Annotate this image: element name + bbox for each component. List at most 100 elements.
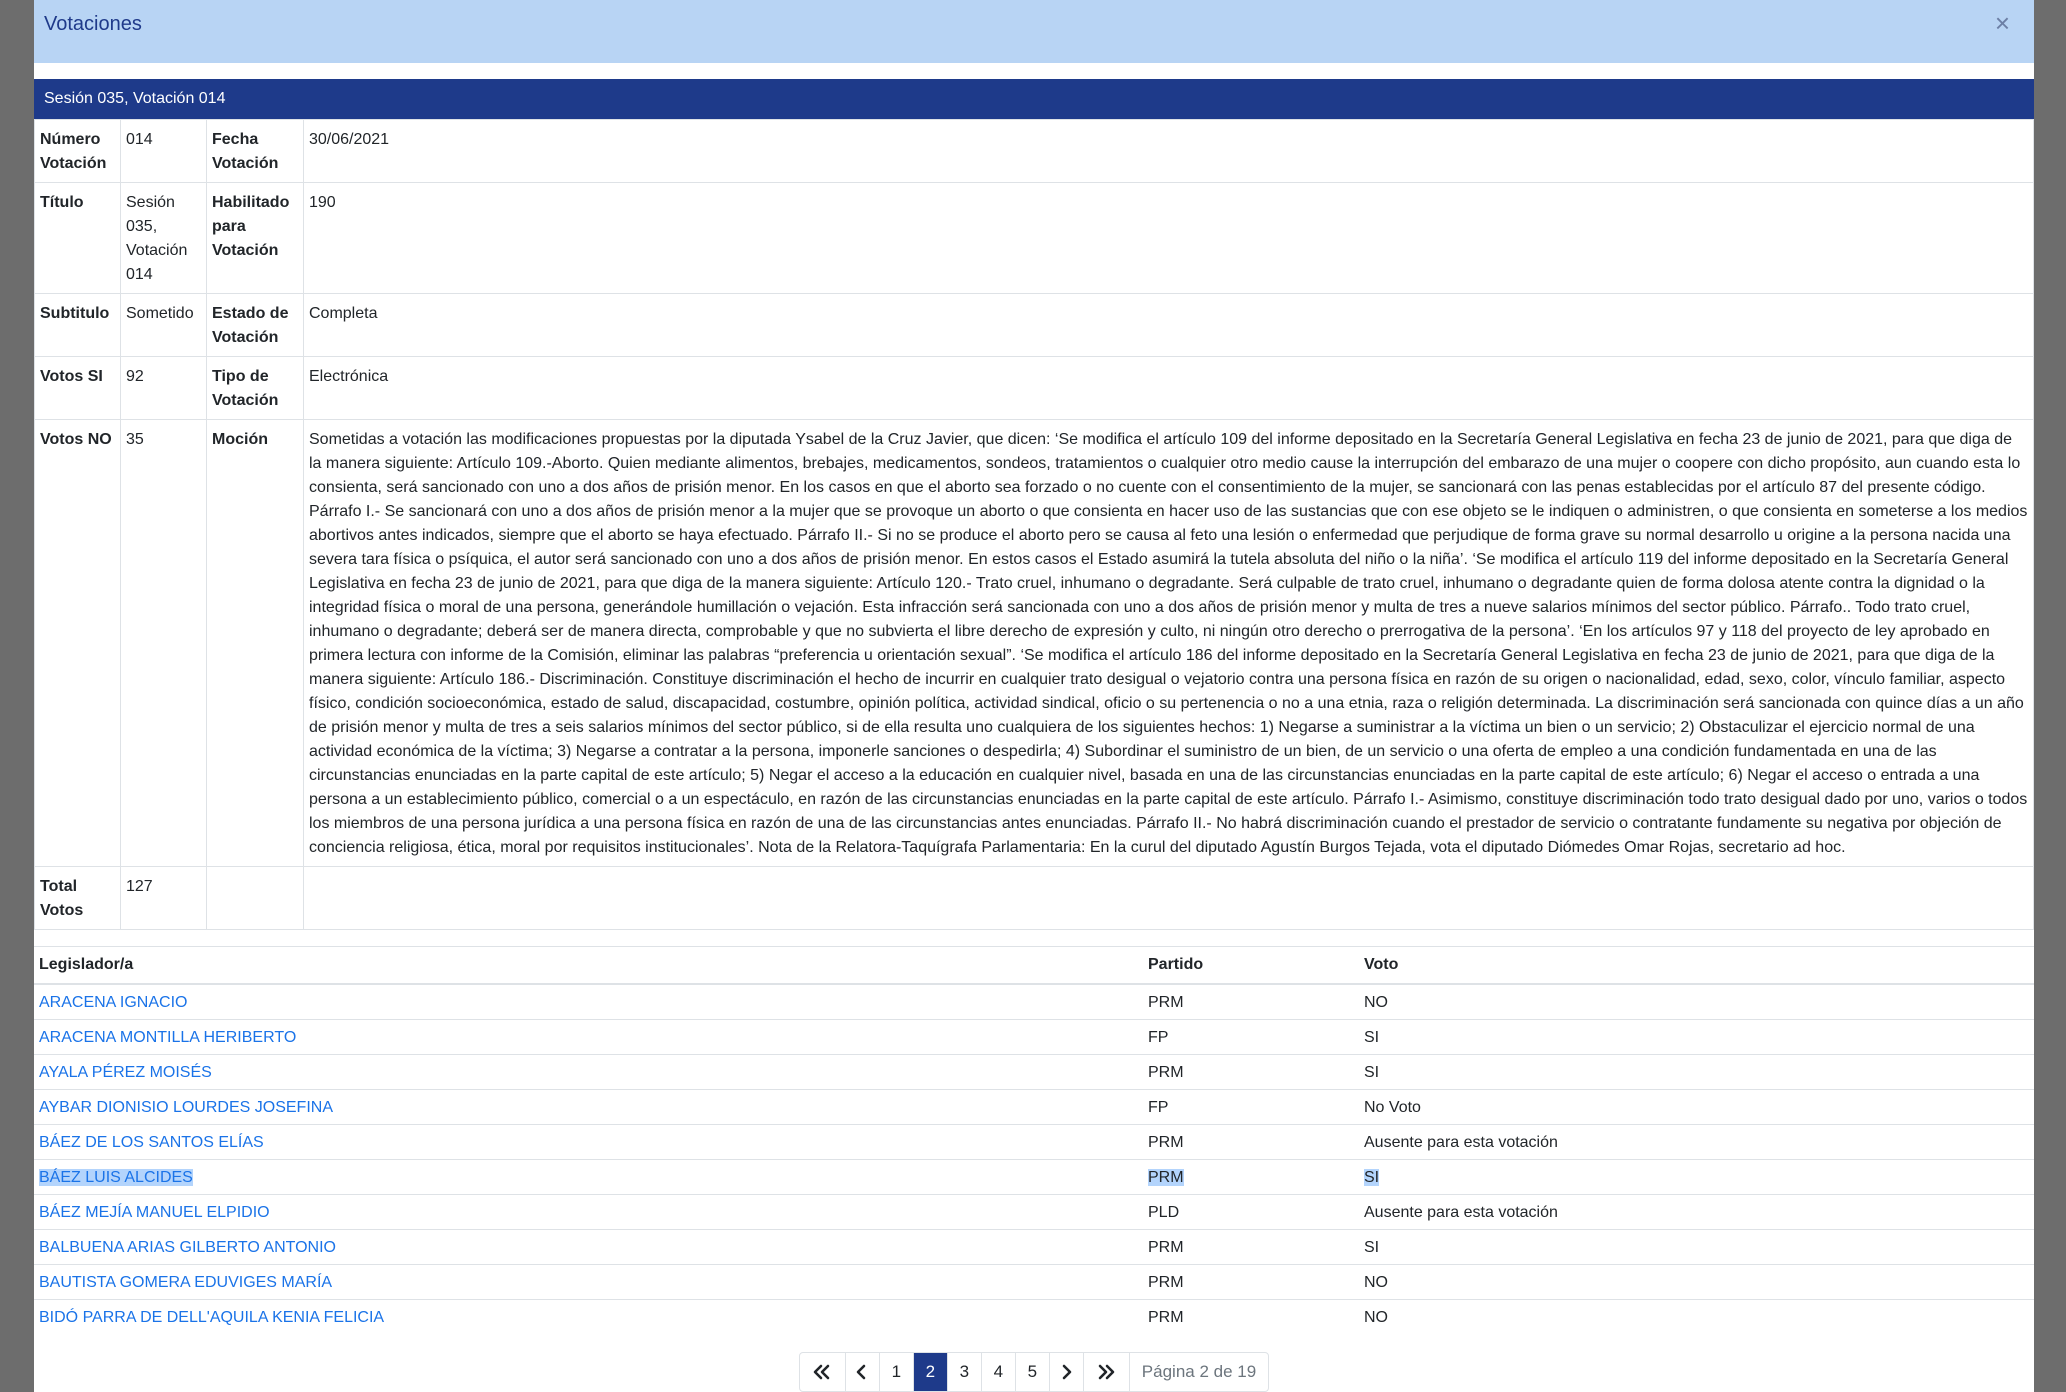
votaciones-modal: Votaciones × Sesión 035, Votación 014 Nú… [34,0,2034,1392]
vote-value: No Voto [1364,1099,1421,1116]
titulo-label: Título [34,182,121,294]
session-title-bar: Sesión 035, Votación 014 [34,79,2034,119]
table-row: AYBAR DIONISIO LOURDES JOSEFINA FP No Voto [34,1089,2034,1125]
fecha-votacion-value: 30/06/2021 [303,119,2034,183]
legislator-link[interactable]: BAUTISTA GOMERA EDUVIGES MARÍA [39,1274,332,1291]
party-value: FP [1148,1099,1169,1116]
total-votos-value: 127 [120,866,207,930]
total-votos-label: Total Votos [34,866,121,930]
vote-cell: SI [1359,1019,2034,1055]
page-3-button[interactable]: 3 [948,1353,982,1391]
legislator-cell: BALBUENA ARIAS GILBERTO ANTONIO [34,1229,1143,1265]
table-row: ARACENA MONTILLA HERIBERTO FP SI [34,1019,2034,1055]
legislator-cell: BAUTISTA GOMERA EDUVIGES MARÍA [34,1264,1143,1300]
legislator-cell: AYBAR DIONISIO LOURDES JOSEFINA [34,1089,1143,1125]
legislator-link[interactable]: BÁEZ DE LOS SANTOS ELÍAS [39,1134,264,1151]
vote-cell: SI [1359,1229,2034,1265]
pagination-bar: 12345 Página 2 de 19 [798,1352,1270,1392]
estado-label: Estado de Votación [206,293,304,357]
empty-cell [206,866,304,930]
party-cell: PLD [1143,1194,1359,1230]
votos-no-label: Votos NO [34,419,121,867]
legislator-link[interactable]: AYALA PÉREZ MOISÉS [39,1064,212,1081]
page-4-button[interactable]: 4 [982,1353,1016,1391]
subtitulo-label: Subtitulo [34,293,121,357]
vote-value: SI [1364,1239,1380,1256]
legislator-link[interactable]: BÁEZ LUIS ALCIDES [39,1169,193,1186]
legislator-cell: BÁEZ MEJÍA MANUEL ELPIDIO [34,1194,1143,1230]
legislator-link[interactable]: BALBUENA ARIAS GILBERTO ANTONIO [39,1239,336,1256]
party-value: PRM [1148,1169,1184,1186]
titulo-value: Sesión 035, Votación 014 [120,182,207,294]
vote-value: Ausente para esta votación [1364,1204,1558,1221]
party-cell: PRM [1143,983,1359,1020]
legislator-cell: ARACENA IGNACIO [34,983,1143,1020]
vote-cell: NO [1359,983,2034,1020]
party-value: PLD [1148,1204,1180,1221]
close-icon[interactable]: × [1995,10,2010,36]
party-value: PRM [1148,1064,1184,1081]
subtitulo-value: Sometido [120,293,207,357]
legislator-link[interactable]: ARACENA MONTILLA HERIBERTO [39,1029,296,1046]
double-chevron-left-icon[interactable] [800,1353,846,1391]
legislator-cell: AYALA PÉREZ MOISÉS [34,1054,1143,1090]
details-row: Votos SI 92 Tipo de Votación Electrónica [34,356,2034,420]
party-cell: PRM [1143,1229,1359,1265]
vote-value: SI [1364,1169,1380,1186]
vote-cell: No Voto [1359,1089,2034,1125]
table-row: AYALA PÉREZ MOISÉS PRM SI [34,1054,2034,1090]
chevron-left-icon[interactable] [846,1353,880,1391]
vote-cell: SI [1359,1159,2034,1195]
legislator-link[interactable]: AYBAR DIONISIO LOURDES JOSEFINA [39,1099,333,1116]
votos-si-value: 92 [120,356,207,420]
vote-value: SI [1364,1029,1380,1046]
legislators-votes-table: Legislador/a Partido Voto ARACENA IGNACI… [34,946,2034,1334]
mocion-label: Moción [206,419,304,867]
numero-votacion-label: Número Votación [34,119,121,183]
legislator-link[interactable]: ARACENA IGNACIO [39,994,187,1011]
fecha-votacion-label: Fecha Votación [206,119,304,183]
party-cell: FP [1143,1089,1359,1125]
background-page-right [2034,0,2066,1392]
pagination: 12345 Página 2 de 19 [34,1352,2034,1392]
chevron-right-icon[interactable] [1050,1353,1084,1391]
vote-value: Ausente para esta votación [1364,1134,1558,1151]
vote-cell: SI [1359,1054,2034,1090]
party-cell: PRM [1143,1124,1359,1160]
table-row: BIDÓ PARRA DE DELL'AQUILA KENIA FELICIA P… [34,1299,2034,1334]
table-row: BAUTISTA GOMERA EDUVIGES MARÍA PRM NO [34,1264,2034,1300]
legislator-cell: BIDÓ PARRA DE DELL'AQUILA KENIA FELICIA [34,1299,1143,1334]
background-page-left [0,0,34,1392]
legislator-link[interactable]: BÁEZ MEJÍA MANUEL ELPIDIO [39,1204,270,1221]
details-row: Subtitulo Sometido Estado de Votación Co… [34,293,2034,357]
page-info: Página 2 de 19 [1141,1362,1257,1381]
estado-value: Completa [303,293,2034,357]
page-2-button[interactable]: 2 [913,1353,948,1391]
page-1-button[interactable]: 1 [880,1353,914,1391]
party-cell: PRM [1143,1054,1359,1090]
vote-cell: NO [1359,1299,2034,1334]
details-row: Número Votación 014 Fecha Votación 30/06… [34,119,2034,183]
party-value: PRM [1148,994,1184,1011]
party-value: FP [1148,1029,1169,1046]
double-chevron-right-icon[interactable] [1084,1353,1130,1391]
tipo-label: Tipo de Votación [206,356,304,420]
vote-value: NO [1364,1309,1388,1326]
page-5-button[interactable]: 5 [1016,1353,1050,1391]
page-number-list: 12345 [880,1353,1050,1391]
legislator-cell: ARACENA MONTILLA HERIBERTO [34,1019,1143,1055]
table-row: BÁEZ MEJÍA MANUEL ELPIDIO PLD Ausente para… [34,1194,2034,1230]
votes-section: Legislador/a Partido Voto ARACENA IGNACI… [34,946,2034,1334]
table-row: ARACENA IGNACIO PRM NO [34,983,2034,1020]
vote-value: NO [1364,1274,1388,1291]
vote-value: SI [1364,1064,1380,1081]
modal-body: Sesión 035, Votación 014 Número Votación… [34,79,2034,1392]
votos-no-value: 35 [120,419,207,867]
modal-header: Votaciones × [34,0,2034,63]
numero-votacion-value: 014 [120,119,207,183]
legislator-link[interactable]: BIDÓ PARRA DE DELL'AQUILA KENIA FELICIA [39,1309,384,1326]
party-cell: PRM [1143,1264,1359,1300]
empty-cell [303,866,2034,930]
modal-title: Votaciones [44,13,142,35]
party-value: PRM [1148,1134,1184,1151]
